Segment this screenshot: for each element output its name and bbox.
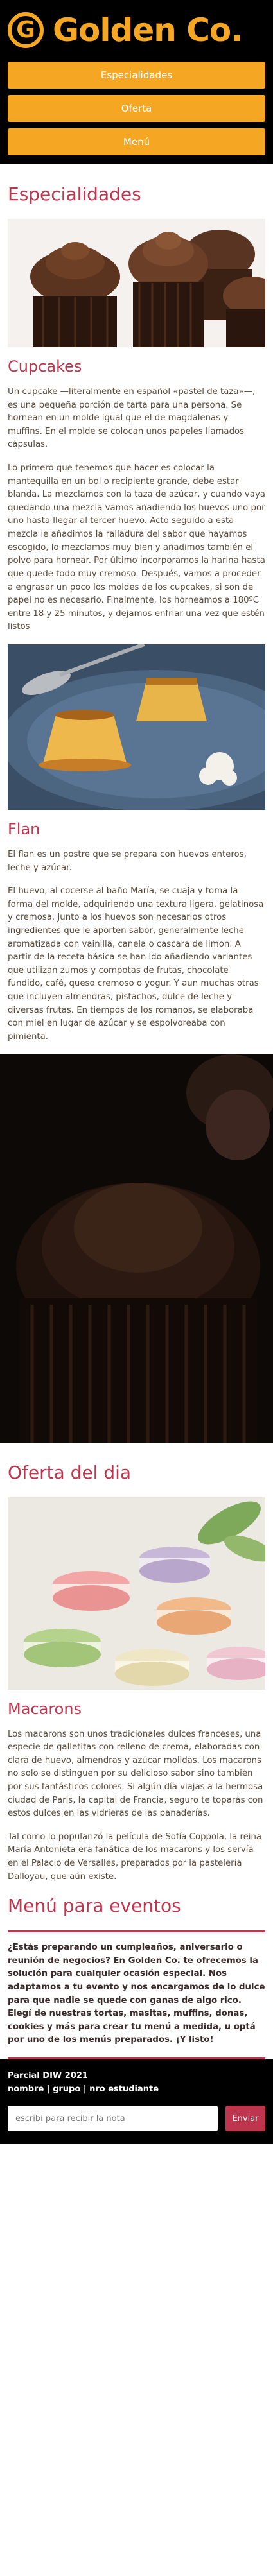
main-nav: Especialidades Oferta Menú	[8, 62, 265, 155]
macarons-title: Macarons	[8, 1699, 82, 1718]
nav-oferta-button[interactable]: Oferta	[8, 95, 265, 122]
cupcakes-image	[8, 219, 265, 347]
macarons-image	[8, 1497, 265, 1690]
flan-title: Flan	[8, 820, 40, 838]
events-title: Menú para eventos	[8, 1895, 181, 1917]
events-section: Menú para eventos ¿Estás preparando un c…	[0, 1895, 273, 2060]
nav-menu-button[interactable]: Menú	[8, 128, 265, 155]
macarons-paragraph-1: Los macarons son unos tradicionales dulc…	[8, 1729, 263, 1819]
logo[interactable]: G Golden Co.	[8, 12, 265, 49]
footer-course: Parcial DIW 2021	[8, 2071, 88, 2081]
specialties-title: Especialidades	[8, 184, 141, 205]
flan-image	[8, 644, 265, 810]
offer-section: Oferta del dia Macarons Los macarons son…	[0, 1462, 273, 1884]
newsletter-form: Enviar	[8, 2106, 265, 2132]
send-button[interactable]: Enviar	[225, 2106, 265, 2132]
logo-mark-icon: G	[8, 12, 44, 48]
events-divider	[8, 1930, 265, 1933]
main-content: Especialidades Cupcakes Un cupcake —lite…	[0, 184, 273, 2060]
cupcakes-title: Cupcakes	[8, 357, 82, 375]
macarons-paragraph-2: Tal como lo popularizó la película de So…	[8, 1832, 262, 1882]
footer-student-info: nombre | grupo | nro estudiante	[8, 2084, 159, 2095]
offer-title: Oferta del dia	[8, 1461, 132, 1483]
cupcakes-paragraph-2: Lo primero que tenemos que hacer es colo…	[8, 463, 265, 632]
specialties-section: Especialidades Cupcakes Un cupcake —lite…	[0, 184, 273, 1044]
site-footer: Parcial DIW 2021 nombre | grupo | nro es…	[0, 2059, 273, 2145]
nav-especialidades-button[interactable]: Especialidades	[8, 62, 265, 89]
site-header: G Golden Co. Especialidades Oferta Menú	[0, 0, 273, 164]
cupcakes-dark-image	[0, 1054, 273, 1443]
brand-name: Golden Co.	[53, 12, 243, 49]
events-paragraph: ¿Estás preparando un cumpleaños, anivers…	[8, 1943, 265, 2045]
flan-paragraph-1: El flan es un postre que se prepara con …	[8, 849, 247, 873]
flan-paragraph-2: El huevo, al cocerse al baño María, se c…	[8, 886, 264, 1042]
grade-email-input[interactable]	[8, 2106, 218, 2132]
cupcakes-paragraph-1: Un cupcake —literalmente en español «pas…	[8, 387, 256, 450]
